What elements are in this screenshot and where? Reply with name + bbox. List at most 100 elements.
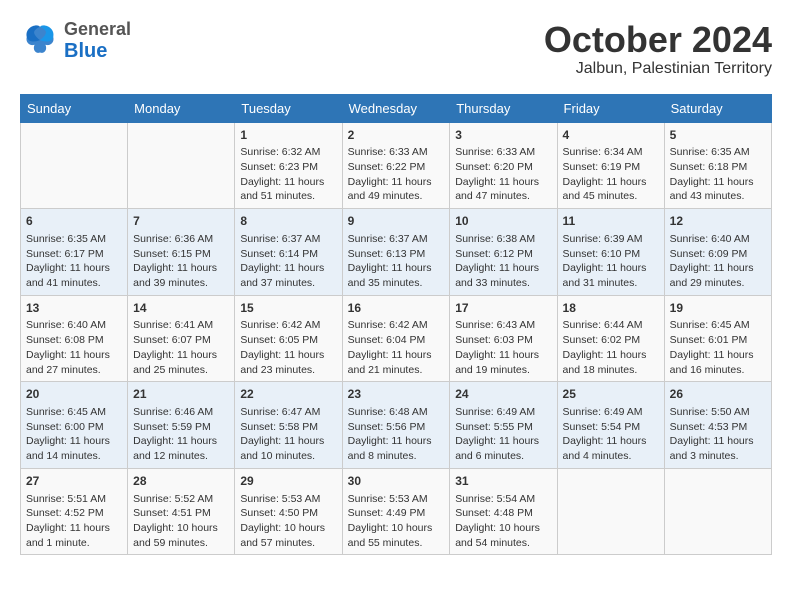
weekday-header: Sunday — [21, 94, 128, 122]
day-number: 10 — [455, 213, 551, 230]
sunrise-text: Sunrise: 5:51 AM — [26, 492, 122, 507]
daylight-text: Daylight: 11 hours and 19 minutes. — [455, 348, 551, 377]
weekday-header: Thursday — [450, 94, 557, 122]
calendar-cell: 10Sunrise: 6:38 AMSunset: 6:12 PMDayligh… — [450, 209, 557, 296]
calendar-cell: 13Sunrise: 6:40 AMSunset: 6:08 PMDayligh… — [21, 295, 128, 382]
calendar-cell: 27Sunrise: 5:51 AMSunset: 4:52 PMDayligh… — [21, 468, 128, 555]
sunrise-text: Sunrise: 5:54 AM — [455, 492, 551, 507]
sunrise-text: Sunrise: 6:34 AM — [563, 145, 659, 160]
day-number: 20 — [26, 386, 122, 403]
calendar-week-row: 13Sunrise: 6:40 AMSunset: 6:08 PMDayligh… — [21, 295, 772, 382]
sunrise-text: Sunrise: 6:37 AM — [348, 232, 445, 247]
sunrise-text: Sunrise: 6:45 AM — [670, 318, 766, 333]
sunset-text: Sunset: 6:04 PM — [348, 333, 445, 348]
sunrise-text: Sunrise: 6:47 AM — [240, 405, 336, 420]
daylight-text: Daylight: 11 hours and 31 minutes. — [563, 261, 659, 290]
calendar-cell: 20Sunrise: 6:45 AMSunset: 6:00 PMDayligh… — [21, 382, 128, 469]
daylight-text: Daylight: 11 hours and 43 minutes. — [670, 175, 766, 204]
day-number: 30 — [348, 473, 445, 490]
sunrise-text: Sunrise: 6:40 AM — [26, 318, 122, 333]
day-number: 21 — [133, 386, 229, 403]
month-title: October 2024 — [544, 20, 772, 60]
sunrise-text: Sunrise: 5:53 AM — [240, 492, 336, 507]
logo-text: General Blue — [64, 20, 131, 62]
title-block: October 2024 Jalbun, Palestinian Territo… — [544, 20, 772, 78]
weekday-header: Saturday — [664, 94, 771, 122]
sunset-text: Sunset: 6:13 PM — [348, 247, 445, 262]
day-number: 18 — [563, 300, 659, 317]
weekday-header: Monday — [128, 94, 235, 122]
sunset-text: Sunset: 6:20 PM — [455, 160, 551, 175]
daylight-text: Daylight: 11 hours and 23 minutes. — [240, 348, 336, 377]
day-number: 29 — [240, 473, 336, 490]
sunset-text: Sunset: 6:05 PM — [240, 333, 336, 348]
day-number: 12 — [670, 213, 766, 230]
calendar-cell: 19Sunrise: 6:45 AMSunset: 6:01 PMDayligh… — [664, 295, 771, 382]
sunset-text: Sunset: 5:56 PM — [348, 420, 445, 435]
day-number: 4 — [563, 127, 659, 144]
sunrise-text: Sunrise: 6:33 AM — [455, 145, 551, 160]
sunset-text: Sunset: 6:19 PM — [563, 160, 659, 175]
daylight-text: Daylight: 11 hours and 1 minute. — [26, 521, 122, 550]
day-number: 25 — [563, 386, 659, 403]
sunrise-text: Sunrise: 6:40 AM — [670, 232, 766, 247]
sunset-text: Sunset: 4:50 PM — [240, 506, 336, 521]
daylight-text: Daylight: 10 hours and 59 minutes. — [133, 521, 229, 550]
calendar-cell: 18Sunrise: 6:44 AMSunset: 6:02 PMDayligh… — [557, 295, 664, 382]
page-header: General Blue October 2024 Jalbun, Palest… — [20, 20, 772, 78]
sunset-text: Sunset: 4:49 PM — [348, 506, 445, 521]
daylight-text: Daylight: 11 hours and 16 minutes. — [670, 348, 766, 377]
calendar-cell — [128, 122, 235, 209]
day-number: 14 — [133, 300, 229, 317]
daylight-text: Daylight: 11 hours and 35 minutes. — [348, 261, 445, 290]
weekday-header: Friday — [557, 94, 664, 122]
sunset-text: Sunset: 5:54 PM — [563, 420, 659, 435]
sunrise-text: Sunrise: 5:53 AM — [348, 492, 445, 507]
calendar-cell: 7Sunrise: 6:36 AMSunset: 6:15 PMDaylight… — [128, 209, 235, 296]
weekday-header: Wednesday — [342, 94, 450, 122]
sunrise-text: Sunrise: 6:49 AM — [455, 405, 551, 420]
calendar-cell — [21, 122, 128, 209]
daylight-text: Daylight: 11 hours and 45 minutes. — [563, 175, 659, 204]
sunset-text: Sunset: 6:18 PM — [670, 160, 766, 175]
daylight-text: Daylight: 11 hours and 8 minutes. — [348, 434, 445, 463]
day-number: 3 — [455, 127, 551, 144]
daylight-text: Daylight: 11 hours and 39 minutes. — [133, 261, 229, 290]
sunset-text: Sunset: 6:00 PM — [26, 420, 122, 435]
daylight-text: Daylight: 11 hours and 51 minutes. — [240, 175, 336, 204]
daylight-text: Daylight: 11 hours and 37 minutes. — [240, 261, 336, 290]
calendar-cell: 24Sunrise: 6:49 AMSunset: 5:55 PMDayligh… — [450, 382, 557, 469]
daylight-text: Daylight: 11 hours and 49 minutes. — [348, 175, 445, 204]
sunrise-text: Sunrise: 6:49 AM — [563, 405, 659, 420]
calendar-cell: 12Sunrise: 6:40 AMSunset: 6:09 PMDayligh… — [664, 209, 771, 296]
calendar-cell: 17Sunrise: 6:43 AMSunset: 6:03 PMDayligh… — [450, 295, 557, 382]
header-row: SundayMondayTuesdayWednesdayThursdayFrid… — [21, 94, 772, 122]
calendar-week-row: 6Sunrise: 6:35 AMSunset: 6:17 PMDaylight… — [21, 209, 772, 296]
day-number: 15 — [240, 300, 336, 317]
day-number: 26 — [670, 386, 766, 403]
weekday-header: Tuesday — [235, 94, 342, 122]
sunset-text: Sunset: 6:12 PM — [455, 247, 551, 262]
sunset-text: Sunset: 6:23 PM — [240, 160, 336, 175]
sunset-text: Sunset: 4:51 PM — [133, 506, 229, 521]
calendar-cell: 22Sunrise: 6:47 AMSunset: 5:58 PMDayligh… — [235, 382, 342, 469]
logo: General Blue — [20, 20, 131, 62]
day-number: 1 — [240, 127, 336, 144]
sunrise-text: Sunrise: 5:50 AM — [670, 405, 766, 420]
calendar-cell: 25 Sunrise: 6:49 AMSunset: 5:54 PMDayligh… — [557, 382, 664, 469]
day-number: 11 — [563, 213, 659, 230]
day-number: 9 — [348, 213, 445, 230]
sunset-text: Sunset: 6:02 PM — [563, 333, 659, 348]
calendar-week-row: 1Sunrise: 6:32 AMSunset: 6:23 PMDaylight… — [21, 122, 772, 209]
calendar-week-row: 27Sunrise: 5:51 AMSunset: 4:52 PMDayligh… — [21, 468, 772, 555]
calendar-cell: 6Sunrise: 6:35 AMSunset: 6:17 PMDaylight… — [21, 209, 128, 296]
calendar-table: SundayMondayTuesdayWednesdayThursdayFrid… — [20, 94, 772, 556]
sunset-text: Sunset: 6:09 PM — [670, 247, 766, 262]
calendar-cell — [557, 468, 664, 555]
daylight-text: Daylight: 11 hours and 4 minutes. — [563, 434, 659, 463]
calendar-cell: 4Sunrise: 6:34 AMSunset: 6:19 PMDaylight… — [557, 122, 664, 209]
daylight-text: Daylight: 11 hours and 18 minutes. — [563, 348, 659, 377]
sunrise-text: Sunrise: 6:39 AM — [563, 232, 659, 247]
sunrise-text: Sunrise: 6:46 AM — [133, 405, 229, 420]
day-number: 5 — [670, 127, 766, 144]
